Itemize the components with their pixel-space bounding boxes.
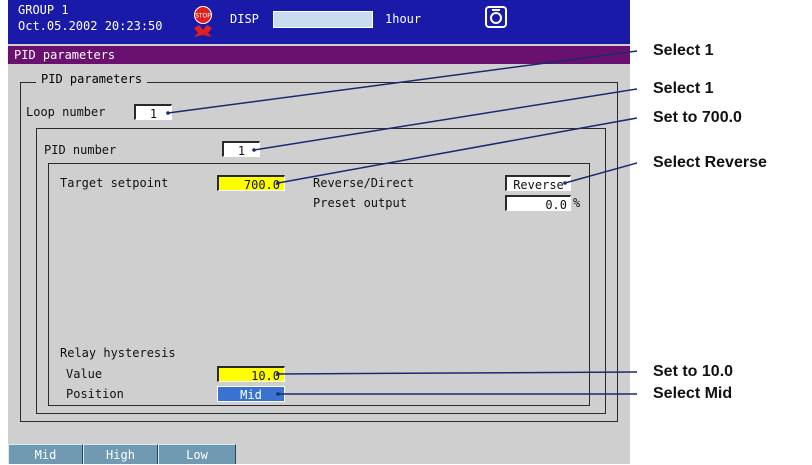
group-name: GROUP 1 (18, 3, 69, 17)
annotation-set-hysteresis: Set to 10.0 (653, 363, 734, 380)
softkey-bar: Mid High Low (8, 444, 630, 464)
reverse-direct-field[interactable]: Reverse (505, 175, 571, 192)
annotation-select-mid: Select Mid (653, 385, 733, 402)
pid-number-label: PID number (44, 143, 117, 157)
display-indicator-bar (273, 11, 373, 28)
pid-number-field[interactable]: 1 (222, 141, 260, 158)
datetime: Oct.05.2002 20:23:50 (18, 19, 163, 33)
target-setpoint-label: Target setpoint (60, 176, 169, 190)
stop-icon-text: STOP (195, 13, 211, 20)
annotation-set-target: Set to 700.0 (653, 109, 742, 126)
annotation-select-loop: Select 1 (653, 42, 714, 59)
preset-output-label: Preset output (313, 196, 407, 210)
loop-number-field[interactable]: 1 (134, 104, 172, 121)
status-bar: GROUP 1 Oct.05.2002 20:23:50 STOP DISP 1… (8, 0, 630, 44)
preset-output-unit: % (573, 196, 581, 210)
disp-label: DISP (230, 12, 259, 26)
hysteresis-position-field[interactable]: Mid (217, 386, 285, 402)
stop-icon: STOP (194, 6, 212, 37)
hysteresis-position-label: Position (66, 387, 124, 401)
softkey-low[interactable]: Low (158, 444, 236, 464)
reverse-direct-label: Reverse/Direct (313, 176, 415, 190)
relay-hysteresis-label: Relay hysteresis (60, 346, 176, 360)
section-title: PID parameters (36, 72, 148, 86)
annotation-select-pid: Select 1 (653, 80, 714, 97)
hysteresis-value-label: Value (66, 367, 103, 381)
recorder-screen: GROUP 1 Oct.05.2002 20:23:50 STOP DISP 1… (8, 0, 630, 464)
loop-number-label: Loop number (26, 105, 106, 119)
interval-label: 1hour (385, 12, 422, 26)
title-bar: PID parameters (8, 46, 630, 64)
page-title: PID parameters (14, 48, 116, 62)
softkey-mid[interactable]: Mid (8, 444, 83, 464)
softkey-high[interactable]: High (83, 444, 158, 464)
target-setpoint-field[interactable]: 700.0 (217, 175, 285, 192)
annotation-select-reverse: Select Reverse (653, 154, 767, 171)
hysteresis-value-field[interactable]: 10.0 (217, 366, 285, 383)
camera-icon[interactable] (484, 5, 508, 29)
preset-output-field[interactable]: 0.0 (505, 195, 571, 212)
